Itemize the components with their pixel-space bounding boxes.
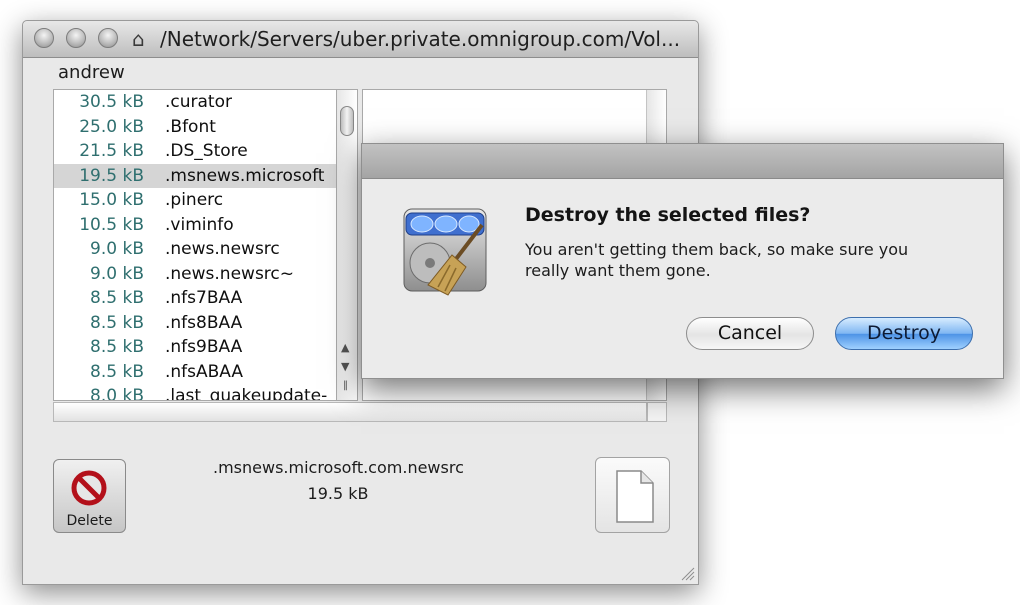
file-size: 15.0 kB: [79, 190, 144, 210]
file-name: .curator: [165, 92, 232, 112]
cancel-button[interactable]: Cancel: [686, 317, 814, 350]
file-size: 25.0 kB: [79, 116, 144, 137]
file-name: .nfs7BAA: [165, 288, 243, 308]
file-row[interactable]: 21.5 kB .DS_Store: [54, 139, 336, 164]
dialog-message: You aren't getting them back, so make su…: [525, 240, 909, 280]
scroll-corner: [647, 402, 667, 422]
destroy-button[interactable]: Destroy: [835, 317, 973, 350]
file-row[interactable]: 8.5 kB .nfs9BAA: [54, 335, 336, 360]
file-size: 21.5 kB: [79, 141, 144, 161]
selected-file-name: .msnews.microsoft.com.newsrc: [213, 458, 464, 477]
file-row[interactable]: 9.0 kB .news.newsrc~: [54, 262, 336, 287]
file-row[interactable]: 25.0 kB .Bfont: [54, 115, 336, 140]
file-name: .nfsABAA: [165, 361, 244, 382]
delete-label: Delete: [66, 513, 113, 529]
file-size: 8.5 kB: [90, 361, 144, 382]
file-size: 8.5 kB: [90, 312, 144, 333]
prohibited-icon: [71, 470, 107, 506]
file-row[interactable]: 8.5 kB .nfs7BAA: [54, 286, 336, 311]
scroll-down-icon[interactable]: ▼: [341, 360, 349, 373]
file-name: .pinerc: [165, 190, 224, 210]
file-name: .news.newsrc~: [165, 263, 295, 284]
zoom-window-button[interactable]: [98, 28, 118, 48]
file-list-scrollbar[interactable]: ▲ ▼ ‖: [337, 89, 358, 401]
horizontal-scrollbar[interactable]: [53, 402, 647, 422]
scroll-grip-icon: ‖: [343, 380, 348, 391]
window-title: /Network/Servers/uber.private.omnigroup.…: [160, 27, 681, 51]
title-bar[interactable]: ⌂ /Network/Servers/uber.private.omnigrou…: [23, 21, 698, 58]
file-size: 19.5 kB: [79, 165, 144, 186]
folder-name: andrew: [58, 62, 125, 83]
file-row[interactable]: 30.5 kB .curator: [54, 90, 336, 115]
minimize-window-button[interactable]: [66, 28, 86, 48]
house-icon[interactable]: ⌂: [132, 28, 145, 50]
file-row[interactable]: 19.5 kB .msnews.microsoft: [54, 163, 336, 188]
file-name: .news.newsrc: [165, 239, 280, 259]
file-name: .nfs9BAA: [165, 337, 243, 357]
file-name: .Bfont: [165, 116, 216, 137]
file-size: 30.5 kB: [79, 92, 144, 112]
file-row[interactable]: 15.0 kB .pinerc: [54, 188, 336, 213]
close-window-button[interactable]: [34, 28, 54, 48]
file-size: 8.0 kB: [90, 386, 144, 401]
file-list[interactable]: 30.5 kB .curator 25.0 kB .Bfont 21.5 kB .DS_S…: [53, 89, 337, 401]
file-name: .last_quakeupdate-: [165, 386, 328, 401]
file-size: 8.5 kB: [90, 337, 144, 357]
file-row[interactable]: 8.5 kB .nfsABAA: [54, 360, 336, 385]
file-name: .DS_Store: [165, 141, 248, 161]
document-icon: [616, 470, 654, 523]
scroll-up-icon[interactable]: ▲: [341, 341, 349, 354]
file-size: 9.0 kB: [90, 239, 144, 259]
file-size: 10.5 kB: [79, 214, 144, 235]
hard-drive-broom-icon: [403, 208, 487, 296]
delete-button[interactable]: Delete: [53, 459, 126, 533]
file-name: .msnews.microsoft: [165, 165, 325, 186]
sheet-header: [362, 144, 1003, 179]
selected-file-size: 19.5 kB: [307, 484, 369, 503]
scroll-thumb[interactable]: [340, 106, 354, 136]
file-size: 9.0 kB: [90, 263, 144, 284]
resize-grip-icon[interactable]: [681, 567, 695, 581]
file-preview: [595, 457, 670, 533]
file-row[interactable]: 10.5 kB .viminfo: [54, 213, 336, 238]
file-size: 8.5 kB: [90, 288, 144, 308]
file-row[interactable]: 8.0 kB .last_quakeupdate-: [54, 384, 336, 401]
file-row[interactable]: 8.5 kB .nfs8BAA: [54, 311, 336, 336]
dialog-heading: Destroy the selected files?: [525, 204, 811, 226]
file-row[interactable]: 9.0 kB .news.newsrc: [54, 237, 336, 262]
confirm-sheet: Destroy the selected files? You aren't g…: [361, 143, 1004, 379]
file-name: .nfs8BAA: [165, 312, 243, 333]
file-name: .viminfo: [165, 214, 234, 235]
